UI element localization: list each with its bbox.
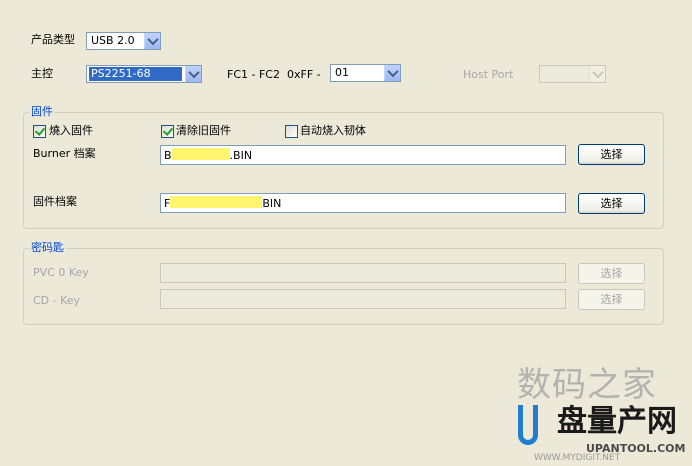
host-port-label: Host Port xyxy=(463,68,514,81)
key-group xyxy=(23,248,664,325)
clear-old-firmware-checkbox[interactable] xyxy=(161,125,174,138)
checkmark-icon xyxy=(34,125,46,136)
fc-label: FC1 - FC2 xyxy=(227,68,280,81)
burner-file-select-button[interactable]: 选择 xyxy=(578,144,645,165)
controller-label: 主控 xyxy=(31,67,53,80)
fc-value: 01 xyxy=(335,66,349,79)
u-logo-icon xyxy=(518,405,538,445)
auto-burn-label[interactable]: 自动烧入韧体 xyxy=(300,124,366,138)
burner-file-label: Burner 档案 xyxy=(33,147,96,160)
firmware-file-field[interactable]: F BIN xyxy=(160,193,566,213)
firmware-group-title: 固件 xyxy=(29,105,55,119)
watermark-text-2: 盘量产网 xyxy=(557,404,677,439)
checkmark-icon xyxy=(162,125,174,136)
pvc-key-field[interactable] xyxy=(160,263,566,283)
host-port-select[interactable] xyxy=(539,65,606,83)
watermark-text-3: UPANTOOL.COM xyxy=(586,442,686,455)
clear-old-firmware-label[interactable]: 清除旧固件 xyxy=(176,124,231,138)
burner-file-field[interactable]: B .BIN xyxy=(160,145,566,165)
cd-key-select-button[interactable]: 选择 xyxy=(578,289,645,310)
chevron-down-icon[interactable] xyxy=(589,66,605,82)
fc-select[interactable]: 01 xyxy=(330,64,401,82)
burn-firmware-label[interactable]: 燒入固件 xyxy=(49,124,93,138)
watermark-text-1: 数码之家 xyxy=(517,365,657,405)
product-type-select[interactable]: USB 2.0 xyxy=(86,32,161,50)
product-type-label: 产品类型 xyxy=(31,33,75,46)
key-group-title: 密码匙 xyxy=(29,241,66,255)
controller-value: PS2251-68 xyxy=(89,67,182,81)
firmware-file-label: 固件档案 xyxy=(33,195,77,208)
controller-select[interactable]: PS2251-68 xyxy=(86,65,202,83)
auto-burn-checkbox[interactable] xyxy=(285,125,298,138)
burn-firmware-checkbox[interactable] xyxy=(33,125,46,138)
pvc-key-label: PVC 0 Key xyxy=(33,266,89,279)
product-type-value: USB 2.0 xyxy=(91,34,135,47)
cd-key-field[interactable] xyxy=(160,289,566,309)
host-port-value xyxy=(542,67,546,81)
cd-key-label: CD - Key xyxy=(33,294,81,307)
firmware-file-value: F BIN xyxy=(164,196,282,210)
chevron-down-icon[interactable] xyxy=(185,66,201,82)
fc-prefix: 0xFF - xyxy=(287,68,321,81)
firmware-file-select-button[interactable]: 选择 xyxy=(578,193,645,214)
pvc-key-select-button[interactable]: 选择 xyxy=(578,263,645,284)
chevron-down-icon[interactable] xyxy=(144,33,160,49)
burner-file-value: B .BIN xyxy=(164,148,253,162)
chevron-down-icon[interactable] xyxy=(384,65,400,81)
